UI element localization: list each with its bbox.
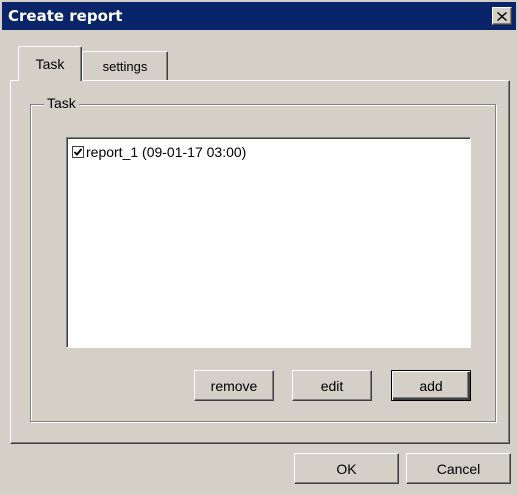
tab-settings-label: settings — [102, 58, 148, 74]
title-bar[interactable]: Create report — [2, 2, 516, 30]
tab-settings[interactable]: settings — [82, 51, 168, 80]
close-icon — [497, 11, 507, 21]
cancel-button[interactable]: Cancel — [406, 453, 511, 484]
add-button[interactable]: add — [391, 370, 471, 401]
edit-button-label: edit — [320, 377, 344, 394]
task-group-legend: Task — [44, 95, 79, 111]
checkmark-icon — [73, 148, 83, 156]
ok-button[interactable]: OK — [294, 453, 399, 484]
remove-button[interactable]: remove — [194, 370, 274, 401]
list-item[interactable]: report_1 (09-01-17 03:00) — [72, 144, 246, 160]
tab-task[interactable]: Task — [18, 46, 82, 81]
ok-button-label: OK — [336, 460, 357, 477]
task-checkbox[interactable] — [72, 146, 84, 158]
tab-task-label: Task — [35, 56, 65, 72]
edit-button[interactable]: edit — [292, 370, 372, 401]
task-list[interactable]: report_1 (09-01-17 03:00) — [66, 137, 471, 348]
close-button[interactable] — [492, 7, 512, 25]
remove-button-label: remove — [210, 377, 258, 394]
cancel-button-label: Cancel — [436, 460, 481, 477]
window-title: Create report — [8, 7, 123, 25]
add-button-label: add — [419, 377, 443, 394]
task-item-label: report_1 (09-01-17 03:00) — [86, 144, 247, 160]
create-report-dialog: Create report Task settings Task report_… — [0, 0, 518, 495]
